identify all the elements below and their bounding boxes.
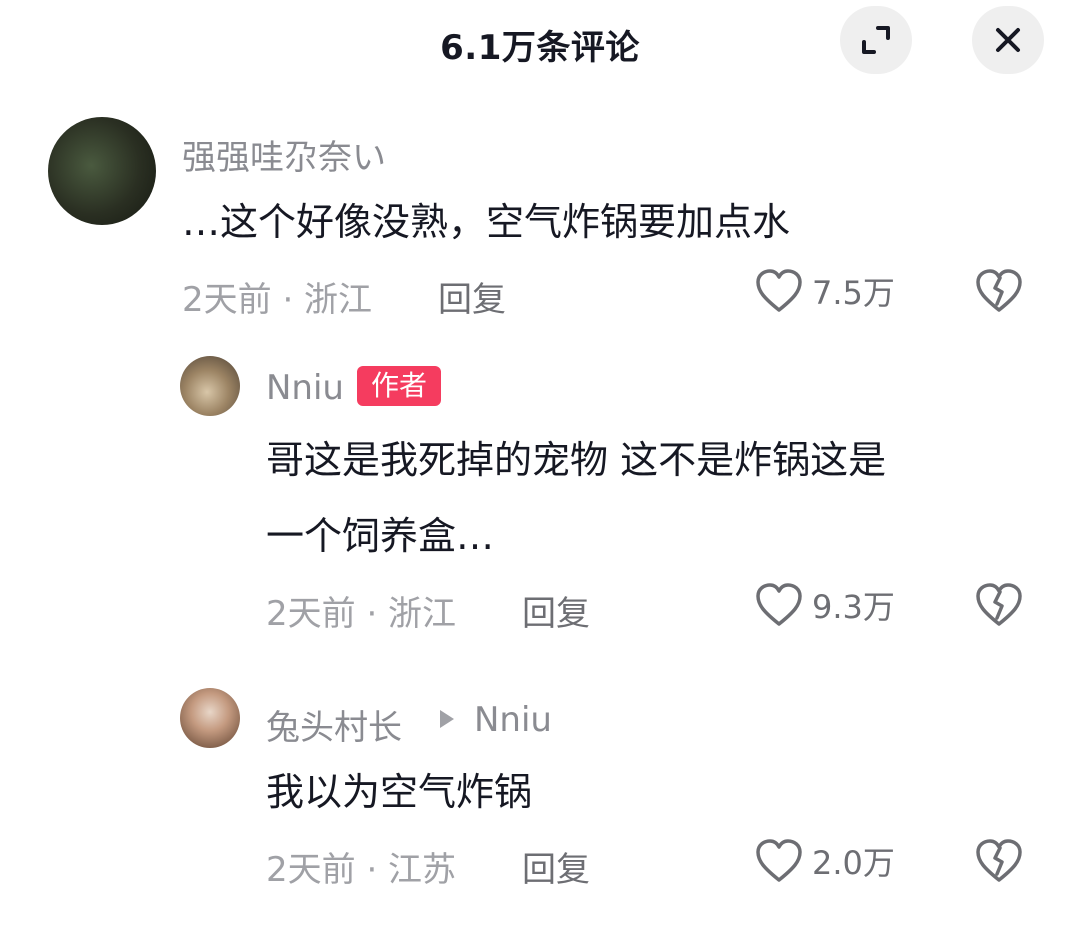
heart-outline-icon [756,269,802,312]
reply-button[interactable]: 回复 [522,842,590,891]
avatar[interactable] [180,356,240,416]
reply-meta: 2天前 · 浙江 [266,594,457,634]
like-count: 7.5万 [812,274,895,312]
dislike-button[interactable] [974,582,1024,632]
like-button[interactable]: 7.5万 [754,268,895,314]
comment-text: …这个好像没熟，空气炸锅要加点水 [182,200,791,244]
expand-icon [862,26,890,54]
close-button[interactable] [972,6,1044,74]
broken-heart-icon [976,269,1022,312]
reply-meta: 2天前 · 江苏 [266,850,457,890]
comments-header: 6.1万条评论 [0,0,1080,88]
reply-text: 我以为空气炸锅 [266,770,533,814]
comments-count-title: 6.1万条评论 [440,28,640,68]
comment-meta: 2天前 · 浙江 [182,280,373,320]
reply-text-line2: 一个饲养盒… [266,514,495,558]
dislike-button[interactable] [974,268,1024,318]
reply-to-username[interactable]: Nniu [474,700,552,740]
reply-button[interactable]: 回复 [522,586,590,635]
like-count: 2.0万 [812,844,895,882]
like-button[interactable]: 9.3万 [754,582,895,628]
heart-outline-icon [756,583,802,626]
like-button[interactable]: 2.0万 [754,838,895,884]
avatar[interactable] [180,688,240,748]
reply-text-line1: 哥这是我死掉的宠物 这不是炸锅这是 [266,438,887,482]
expand-button[interactable] [840,6,912,74]
reply-to-arrow-icon [440,710,454,728]
like-count: 9.3万 [812,588,895,626]
avatar[interactable] [48,117,156,225]
heart-outline-icon [756,839,802,882]
reply-button[interactable]: 回复 [438,272,506,321]
broken-heart-icon [976,583,1022,626]
reply-username[interactable]: Nniu [266,368,344,408]
broken-heart-icon [976,839,1022,882]
reply-username[interactable]: 兔头村长 [266,700,402,749]
author-badge: 作者 [357,366,441,406]
close-icon [996,28,1020,52]
dislike-button[interactable] [974,838,1024,888]
comment-username[interactable]: 强强哇尕奈い [182,130,386,179]
